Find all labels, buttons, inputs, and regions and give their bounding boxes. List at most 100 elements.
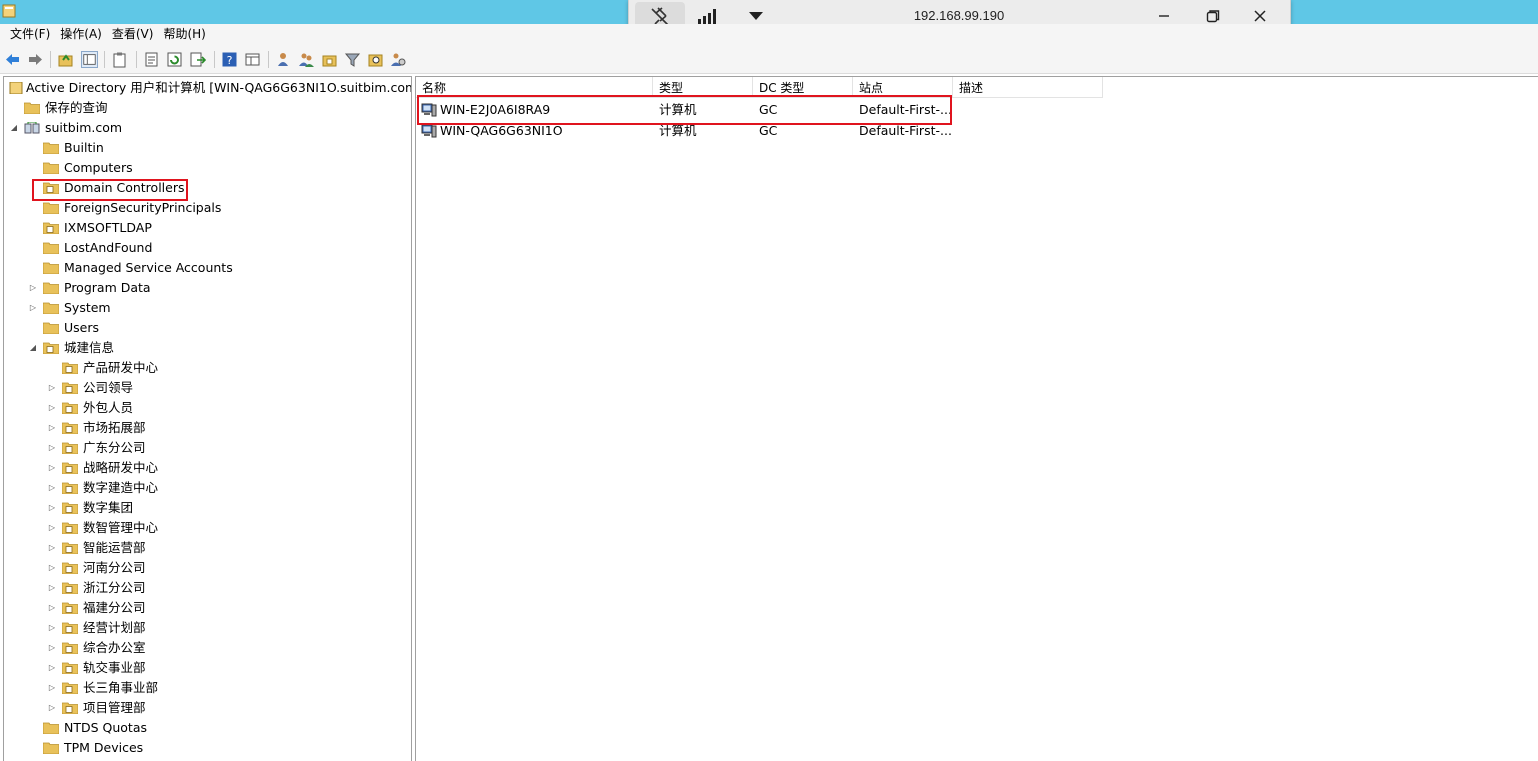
collapsed-icon[interactable]: ▷ — [47, 558, 57, 578]
ou-folder-icon — [62, 622, 78, 634]
folder-icon — [43, 242, 59, 254]
new-ou-icon[interactable] — [321, 51, 338, 68]
collapsed-icon[interactable]: ▷ — [28, 278, 38, 298]
collapsed-icon[interactable]: ▷ — [47, 458, 57, 478]
highlight-box — [32, 179, 188, 201]
tree-item-label: System — [64, 300, 111, 315]
collapsed-icon[interactable]: ▷ — [47, 678, 57, 698]
signal-icon — [698, 9, 716, 24]
new-group-icon[interactable] — [298, 51, 315, 68]
filter-icon[interactable] — [344, 51, 361, 68]
ou-folder-icon — [62, 522, 78, 534]
ou-folder-icon — [62, 662, 78, 674]
folder-icon — [43, 302, 59, 314]
tree-item-label: 浙江分公司 — [83, 580, 146, 595]
restore-icon — [1206, 10, 1220, 23]
menu-view[interactable]: 查看(V) — [107, 24, 159, 45]
tree-item-label: 福建分公司 — [83, 600, 146, 615]
collapsed-icon[interactable]: ▷ — [47, 598, 57, 618]
svg-text:?: ? — [227, 54, 233, 67]
add-to-group-icon[interactable] — [390, 51, 407, 68]
collapsed-icon[interactable]: ▷ — [47, 378, 57, 398]
tree-item-label: LostAndFound — [64, 240, 153, 255]
export-list-icon[interactable] — [189, 51, 206, 68]
menu-bar: 文件(F) 操作(A) 查看(V) 帮助(H) — [0, 24, 1538, 45]
ou-folder-icon — [62, 402, 78, 414]
folder-icon — [43, 282, 59, 294]
collapsed-icon[interactable]: ▷ — [47, 658, 57, 678]
tree-item-label: 数字建造中心 — [83, 480, 159, 495]
ou-folder-icon — [62, 582, 78, 594]
collapsed-icon[interactable]: ▷ — [47, 538, 57, 558]
ou-folder-icon — [62, 382, 78, 394]
forward-arrow-icon[interactable] — [27, 51, 44, 68]
refresh-icon[interactable] — [166, 51, 183, 68]
collapsed-icon[interactable]: ▷ — [47, 618, 57, 638]
tree-item-label: 项目管理部 — [83, 700, 146, 715]
folder-icon — [43, 322, 59, 334]
menu-help[interactable]: 帮助(H) — [158, 24, 210, 45]
console-tree-icon[interactable] — [244, 51, 261, 68]
tree-item-label: 长三角事业部 — [83, 680, 159, 695]
expanded-icon[interactable]: ◢ — [28, 338, 38, 358]
tree-item-label: Program Data — [64, 280, 151, 295]
clipboard-icon[interactable] — [111, 51, 128, 68]
show-tree-icon[interactable] — [81, 51, 98, 68]
computer-icon — [421, 124, 437, 138]
properties-icon[interactable] — [143, 51, 160, 68]
close-icon — [1254, 10, 1266, 22]
domain-icon — [24, 122, 40, 134]
back-arrow-icon[interactable] — [4, 51, 21, 68]
column-header-description[interactable]: 描述 — [953, 77, 1103, 98]
ou-folder-icon — [62, 362, 78, 374]
up-folder-icon[interactable] — [57, 51, 74, 68]
highlight-box — [417, 95, 952, 125]
ou-folder-icon — [62, 462, 78, 474]
tree-item-label: 战略研发中心 — [83, 460, 159, 475]
tree-item-label: Builtin — [64, 140, 104, 155]
expanded-icon[interactable]: ◢ — [9, 118, 19, 138]
ou-folder-icon — [62, 502, 78, 514]
tree-item-label: 经营计划部 — [83, 620, 146, 635]
tree-item-label: Users — [64, 320, 100, 335]
new-user-icon[interactable] — [275, 51, 292, 68]
collapsed-icon[interactable]: ▷ — [47, 638, 57, 658]
collapsed-icon[interactable]: ▷ — [47, 478, 57, 498]
ou-folder-icon — [62, 702, 78, 714]
collapsed-icon[interactable]: ▷ — [47, 418, 57, 438]
tree-item-label: NTDS Quotas — [64, 720, 148, 735]
collapsed-icon[interactable]: ▷ — [47, 498, 57, 518]
snapin-icon — [9, 82, 23, 94]
help-icon[interactable]: ? — [221, 51, 238, 68]
details-list[interactable]: 名称 类型 DC 类型 站点 描述 WIN-E2J0A6I8RA9 计算机 GC… — [415, 76, 1538, 761]
collapsed-icon[interactable]: ▷ — [47, 518, 57, 538]
tree-item-label: 市场拓展部 — [83, 420, 146, 435]
collapsed-icon[interactable]: ▷ — [47, 398, 57, 418]
tree-item-label: 数智管理中心 — [83, 520, 159, 535]
tree-item-label: 公司领导 — [83, 380, 134, 395]
tree-item-label: 河南分公司 — [83, 560, 146, 575]
tree-item-label: 城建信息 — [64, 340, 115, 355]
collapsed-icon[interactable]: ▷ — [28, 298, 38, 318]
triangle-down-icon — [749, 12, 763, 20]
tree-root-label: Active Directory 用户和计算机 [WIN-QAG6G63NI1O… — [26, 80, 412, 95]
folder-icon — [43, 722, 59, 734]
tree-item-label: Managed Service Accounts — [64, 260, 233, 275]
tree-item-label: Computers — [64, 160, 133, 175]
menu-file[interactable]: 文件(F) — [0, 24, 55, 45]
tree-item-label: 产品研发中心 — [83, 360, 159, 375]
ou-folder-icon — [62, 542, 78, 554]
console-tree[interactable]: Active Directory 用户和计算机 [WIN-QAG6G63NI1O… — [3, 76, 412, 761]
tree-item-label: suitbim.com — [45, 120, 123, 135]
ou-folder-icon — [43, 222, 59, 234]
folder-icon — [24, 102, 40, 114]
collapsed-icon[interactable]: ▷ — [47, 578, 57, 598]
collapsed-icon[interactable]: ▷ — [47, 438, 57, 458]
ou-folder-icon — [62, 482, 78, 494]
menu-action[interactable]: 操作(A) — [55, 24, 107, 45]
tree-item-label: 外包人员 — [83, 400, 134, 415]
find-icon[interactable] — [367, 51, 384, 68]
folder-icon — [43, 262, 59, 274]
collapsed-icon[interactable]: ▷ — [47, 698, 57, 718]
folder-icon — [43, 162, 59, 174]
